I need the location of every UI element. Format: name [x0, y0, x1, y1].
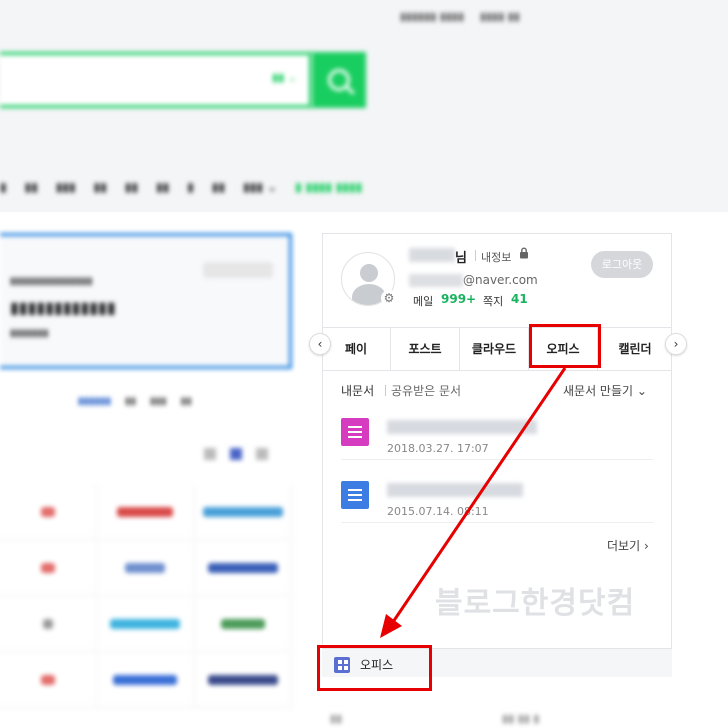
banner-logo: [203, 262, 273, 278]
tab-post[interactable]: 포스트: [391, 328, 460, 370]
grid-view-icon[interactable]: [230, 448, 242, 460]
new-doc-dropdown[interactable]: 새문서 만들기 ⌄: [563, 382, 647, 399]
search-options[interactable]: ▮▮ ⌄: [272, 71, 297, 84]
ad-banner[interactable]: ▮▮▮▮▮▮▮▮▮▮▮▮▮▮▮ ▮▮▮▮▮▮▮▮▮▮▮▮ ▮▮▮▮▮▮▮: [0, 233, 292, 369]
nav-item[interactable]: ▮▮: [94, 180, 107, 194]
tabs-next-button[interactable]: ›: [665, 333, 687, 355]
new-doc-label: 새문서 만들기: [563, 384, 634, 398]
doc-title-masked: [387, 483, 523, 497]
service-tabs: 페이 포스트 클라우드 오피스 캘린더: [322, 327, 672, 371]
chevron-right-icon: ›: [643, 539, 649, 553]
top-link: ▮▮▮▮▮▮ ▮▮▮▮: [400, 10, 465, 23]
search-button[interactable]: [312, 52, 366, 108]
watermark: 블로그한경닷컴: [435, 586, 636, 621]
user-name-suffix: 님: [455, 251, 467, 266]
tab-pay[interactable]: 페이: [322, 328, 391, 370]
divider: [385, 385, 386, 396]
search-icon: [328, 69, 350, 91]
highlight-box-office-shortcut: [317, 645, 432, 691]
banner-headline: ▮▮▮▮▮▮▮▮▮▮▮▮: [10, 298, 116, 317]
user-panel: ⚙ 님 내정보 @naver.com 메일 999+ 쪽지 41 로그아웃 페이…: [322, 233, 672, 677]
filter-my-docs[interactable]: 내문서: [341, 382, 374, 399]
email-masked: [409, 274, 463, 287]
tabs-prev-button[interactable]: ‹: [309, 333, 331, 355]
nav-item[interactable]: ▮▮: [212, 180, 225, 194]
next-icon[interactable]: [256, 448, 268, 460]
banner-link[interactable]: ▮▮▮: [150, 396, 167, 412]
my-info-link[interactable]: 내정보: [481, 249, 511, 265]
banner-text: ▮▮▮▮▮▮▮: [10, 328, 49, 339]
bottom-text: ▮▮: [330, 712, 343, 725]
doc-date: 2018.03.27. 17:07: [387, 442, 489, 455]
bottom-text: ▮▮ ▮▮ ▮: [502, 712, 540, 725]
chevron-left-icon: ‹: [317, 337, 323, 351]
note-count[interactable]: 41: [511, 292, 528, 306]
note-link[interactable]: 쪽지: [483, 293, 503, 309]
text-doc-icon: [341, 481, 369, 509]
more-label: 더보기: [607, 539, 641, 553]
divider: [341, 459, 653, 460]
doc-title-masked: [387, 420, 537, 434]
view-toggle: [204, 448, 284, 464]
list-doc-icon: [341, 418, 369, 446]
divider: [475, 250, 476, 261]
nav-item[interactable]: ▮ ▮▮▮▮ ▮▮▮▮: [295, 180, 362, 194]
top-links: ▮▮▮▮▮▮ ▮▮▮▮ ▮▮▮▮ ▮▮: [400, 10, 700, 28]
nav-item[interactable]: ▮: [187, 180, 194, 194]
doc-item[interactable]: 2015.07.14. 08:11: [341, 477, 653, 541]
banner-links: ▮▮▮▮▮▮ ▮▮ ▮▮▮ ▮▮: [78, 396, 288, 412]
nav-item[interactable]: ▮▮: [156, 180, 169, 194]
highlight-box-office-tab: [529, 324, 601, 368]
gear-icon[interactable]: ⚙: [381, 290, 397, 306]
main-nav: ▮ ▮▮ ▮▮▮ ▮▮ ▮▮ ▮▮ ▮ ▮▮ ▮▮▮ ⌄ ▮ ▮▮▮▮ ▮▮▮▮: [0, 172, 700, 202]
lock-icon: [520, 247, 528, 259]
chevron-right-icon: ›: [673, 337, 679, 351]
mail-link[interactable]: 메일: [413, 293, 433, 309]
banner-link[interactable]: ▮▮: [181, 396, 192, 412]
tab-calendar[interactable]: 캘린더: [598, 328, 672, 370]
more-link[interactable]: 더보기 ›: [607, 537, 649, 554]
chevron-down-icon: ⌄: [636, 384, 647, 398]
mail-count[interactable]: 999+: [441, 292, 476, 306]
filter-shared-docs[interactable]: 공유받은 문서: [391, 382, 461, 399]
logout-button[interactable]: 로그아웃: [591, 251, 653, 278]
banner-text: ▮▮▮▮▮▮▮▮▮▮▮▮▮▮▮: [10, 276, 93, 287]
nav-item[interactable]: ▮▮: [125, 180, 138, 194]
user-name-masked: [409, 248, 455, 262]
bottom-strip: ▮▮ ▮▮ ▮▮ ▮: [320, 712, 728, 728]
tab-cloud[interactable]: 클라우드: [460, 328, 529, 370]
nav-item[interactable]: ▮: [0, 180, 7, 194]
nav-item[interactable]: ▮▮▮ ⌄: [243, 180, 277, 194]
list-view-icon[interactable]: [204, 448, 216, 460]
divider: [341, 522, 653, 523]
banner-link[interactable]: ▮▮▮▮▮▮: [78, 396, 111, 412]
doc-item[interactable]: 2018.03.27. 17:07: [341, 414, 653, 478]
banner-link[interactable]: ▮▮: [125, 396, 136, 412]
nav-item[interactable]: ▮▮▮: [56, 180, 76, 194]
top-link: ▮▮▮▮ ▮▮: [480, 10, 520, 23]
shopping-logo-grid: [0, 484, 292, 728]
search-input[interactable]: ▮▮ ⌄: [0, 52, 312, 108]
nav-item[interactable]: ▮▮: [25, 180, 38, 194]
doc-date: 2015.07.14. 08:11: [387, 505, 489, 518]
email-domain: @naver.com: [463, 273, 538, 287]
